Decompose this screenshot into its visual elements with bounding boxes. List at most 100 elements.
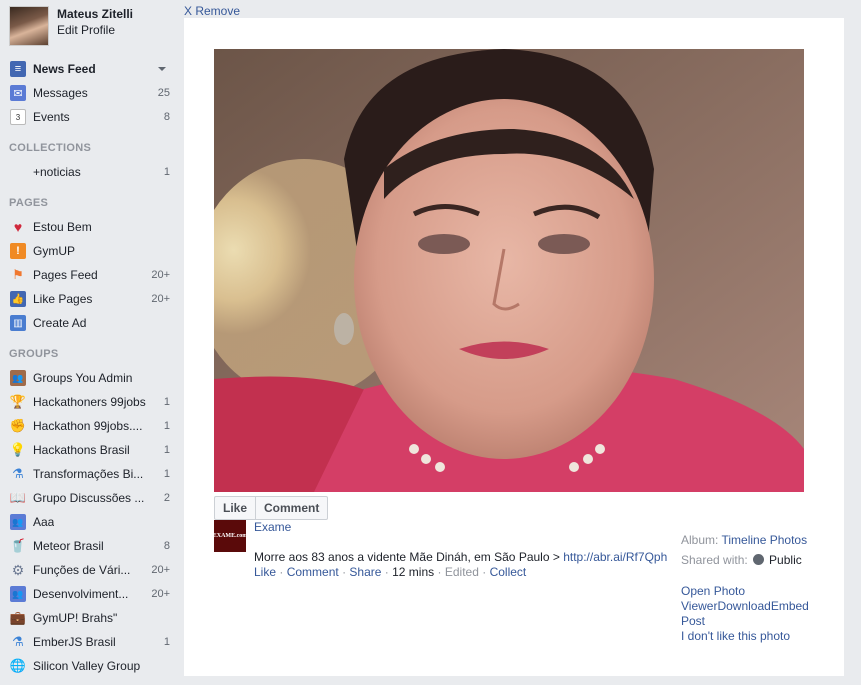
profile-name[interactable]: Mateus Zitelli (57, 6, 133, 22)
sidebar-item-label: GymUP! Brahs" (33, 611, 118, 625)
album-label: Album: (681, 533, 719, 547)
sidebar-item-count: 1 (163, 396, 170, 408)
sidebar-item-hackathoners-99jobs[interactable]: 🏆 Hackathoners 99jobs 1 (10, 392, 170, 412)
section-header-collections[interactable]: COLLECTIONS (9, 142, 91, 154)
cup-icon: 🥤 (9, 538, 27, 553)
sidebar-item-gymup-brahs[interactable]: 💼 GymUP! Brahs" (10, 608, 170, 628)
collection-icon (10, 164, 26, 180)
sidebar-item-noticias[interactable]: +noticias 1 (10, 162, 170, 182)
flag-icon: ⚑ (12, 267, 24, 282)
sidebar-item-messages[interactable]: ✉ Messages 25 (10, 83, 170, 103)
sidebar-item-label: Messages (33, 86, 88, 100)
sidebar-item-count: 2 (163, 492, 170, 504)
section-header-pages[interactable]: PAGES (9, 197, 48, 209)
like-button[interactable]: Like (215, 497, 255, 519)
sidebar-item-label: Funções de Vári... (33, 563, 131, 577)
chevron-down-icon[interactable] (158, 67, 166, 71)
sidebar-item-gymup[interactable]: ! GymUP (10, 241, 170, 261)
sidebar-item-create-ad[interactable]: ▥ Create Ad (10, 313, 170, 333)
sidebar-item-meteor-brasil[interactable]: 🥤 Meteor Brasil 8 (10, 536, 170, 556)
privacy-value[interactable]: Public (769, 553, 802, 567)
sidebar-item-label: Events (33, 110, 70, 124)
viewer-download-embed-link[interactable]: ViewerDownloadEmbed (681, 599, 831, 614)
fist-icon: ✊ (9, 418, 27, 433)
sidebar-item-label: Hackathoners 99jobs (33, 395, 146, 409)
left-sidebar: Mateus Zitelli Edit Profile ≡ News Feed … (0, 0, 176, 685)
sidebar-item-label: Hackathons Brasil (33, 443, 130, 457)
source-logo[interactable]: EXAME.com (213, 520, 247, 552)
sidebar-item-pages-feed[interactable]: ⚑ Pages Feed 20+ (10, 265, 170, 285)
sidebar-item-label: Create Ad (33, 316, 87, 330)
post-link[interactable]: Post (681, 614, 831, 629)
bar-chart-icon: ▥ (10, 315, 26, 331)
sidebar-item-label: Aaa (33, 515, 55, 529)
group-icon: 👥 (10, 370, 26, 386)
sidebar-item-label: EmberJS Brasil (33, 635, 116, 649)
source-name-link[interactable]: Exame (254, 520, 291, 534)
comment-link[interactable]: Comment (287, 565, 339, 579)
remove-link[interactable]: X Remove (184, 4, 240, 18)
sidebar-item-silicon-valley-group[interactable]: 🌐 Silicon Valley Group (10, 656, 170, 676)
sidebar-item-count: 1 (163, 468, 170, 480)
comment-button[interactable]: Comment (255, 497, 327, 519)
sidebar-item-desenvolvimento[interactable]: 👥 Desenvolviment... 20+ (10, 584, 170, 604)
dislike-photo-link[interactable]: I don't like this photo (681, 629, 831, 644)
post-caption: Morre aos 83 anos a vidente Mãe Dináh, e… (254, 550, 674, 564)
sidebar-item-transformacoes[interactable]: ⚗ Transformações Bi... 1 (10, 464, 170, 484)
avatar[interactable] (9, 6, 49, 46)
post-actions: Like · Comment · Share · 12 mins · Edite… (254, 565, 526, 579)
caption-text: Morre aos 83 anos a vidente Mãe Dináh, e… (254, 550, 564, 564)
news-feed-icon: ≡ (10, 61, 26, 77)
collect-link[interactable]: Collect (490, 565, 527, 579)
post-photo[interactable] (214, 49, 804, 492)
open-photo-link[interactable]: Open Photo (681, 584, 831, 599)
photo-options: Open Photo ViewerDownloadEmbed Post I do… (681, 584, 831, 644)
sidebar-item-label: Desenvolviment... (33, 587, 129, 601)
sidebar-item-count: 8 (163, 540, 170, 552)
heart-icon: ♥ (13, 219, 23, 235)
sidebar-item-hackathon-99jobs[interactable]: ✊ Hackathon 99jobs.... 1 (10, 416, 170, 436)
sidebar-item-news-feed[interactable]: ≡ News Feed (10, 59, 170, 79)
sidebar-item-label: Estou Bem (33, 220, 92, 234)
gymup-icon: ! (10, 243, 26, 259)
sidebar-item-funcoes-de-varias[interactable]: ⚙ Funções de Vári... 20+ (10, 560, 170, 580)
sidebar-item-label: Like Pages (33, 292, 93, 306)
sidebar-item-aaa[interactable]: 👥 Aaa (10, 512, 170, 532)
group-icon: 👥 (10, 514, 26, 530)
sidebar-item-estou-bem[interactable]: ♥ Estou Bem (10, 217, 170, 237)
sidebar-item-emberjs-brasil[interactable]: ⚗ EmberJS Brasil 1 (10, 632, 170, 652)
sidebar-item-count: 1 (163, 420, 170, 432)
sidebar-item-hackathons-brasil[interactable]: 💡 Hackathons Brasil 1 (10, 440, 170, 460)
edited-label[interactable]: Edited (445, 565, 479, 579)
like-link[interactable]: Like (254, 565, 276, 579)
section-header-groups[interactable]: GROUPS (9, 348, 58, 360)
events-icon: 3 (10, 109, 26, 125)
sidebar-item-grupo-discussoes[interactable]: 📖 Grupo Discussões ... 2 (10, 488, 170, 508)
sidebar-item-count: 25 (157, 87, 170, 99)
sidebar-item-label: Silicon Valley Group (33, 659, 141, 673)
sidebar-item-label: Meteor Brasil (33, 539, 104, 553)
sidebar-item-groups-you-admin[interactable]: 👥 Groups You Admin (10, 368, 170, 388)
sidebar-item-label: Pages Feed (33, 268, 98, 282)
globe-icon: 🌐 (9, 658, 27, 673)
share-link[interactable]: Share (349, 565, 381, 579)
sidebar-item-count: 1 (163, 444, 170, 456)
separator: · (482, 565, 487, 579)
gear-icon: ⚙ (11, 561, 25, 578)
sidebar-item-events[interactable]: 3 Events 8 (10, 107, 170, 127)
sidebar-item-count: 20+ (151, 293, 170, 305)
profile-block[interactable]: Mateus Zitelli Edit Profile (9, 6, 133, 46)
separator: · (342, 565, 347, 579)
sidebar-item-count: 8 (163, 111, 170, 123)
caption-url-link[interactable]: http://abr.ai/Rf7Qph (563, 550, 667, 564)
thumbs-up-icon: 👍 (10, 291, 26, 307)
timestamp[interactable]: 12 mins (392, 565, 434, 579)
album-link[interactable]: Timeline Photos (721, 533, 807, 547)
sidebar-item-label: GymUP (33, 244, 75, 258)
sidebar-item-like-pages[interactable]: 👍 Like Pages 20+ (10, 289, 170, 309)
edit-profile-link[interactable]: Edit Profile (57, 22, 133, 38)
messages-icon: ✉ (10, 85, 26, 101)
shared-with-label: Shared with: (681, 553, 748, 567)
sidebar-item-label: +noticias (33, 165, 81, 179)
sidebar-item-count: 1 (163, 636, 170, 648)
